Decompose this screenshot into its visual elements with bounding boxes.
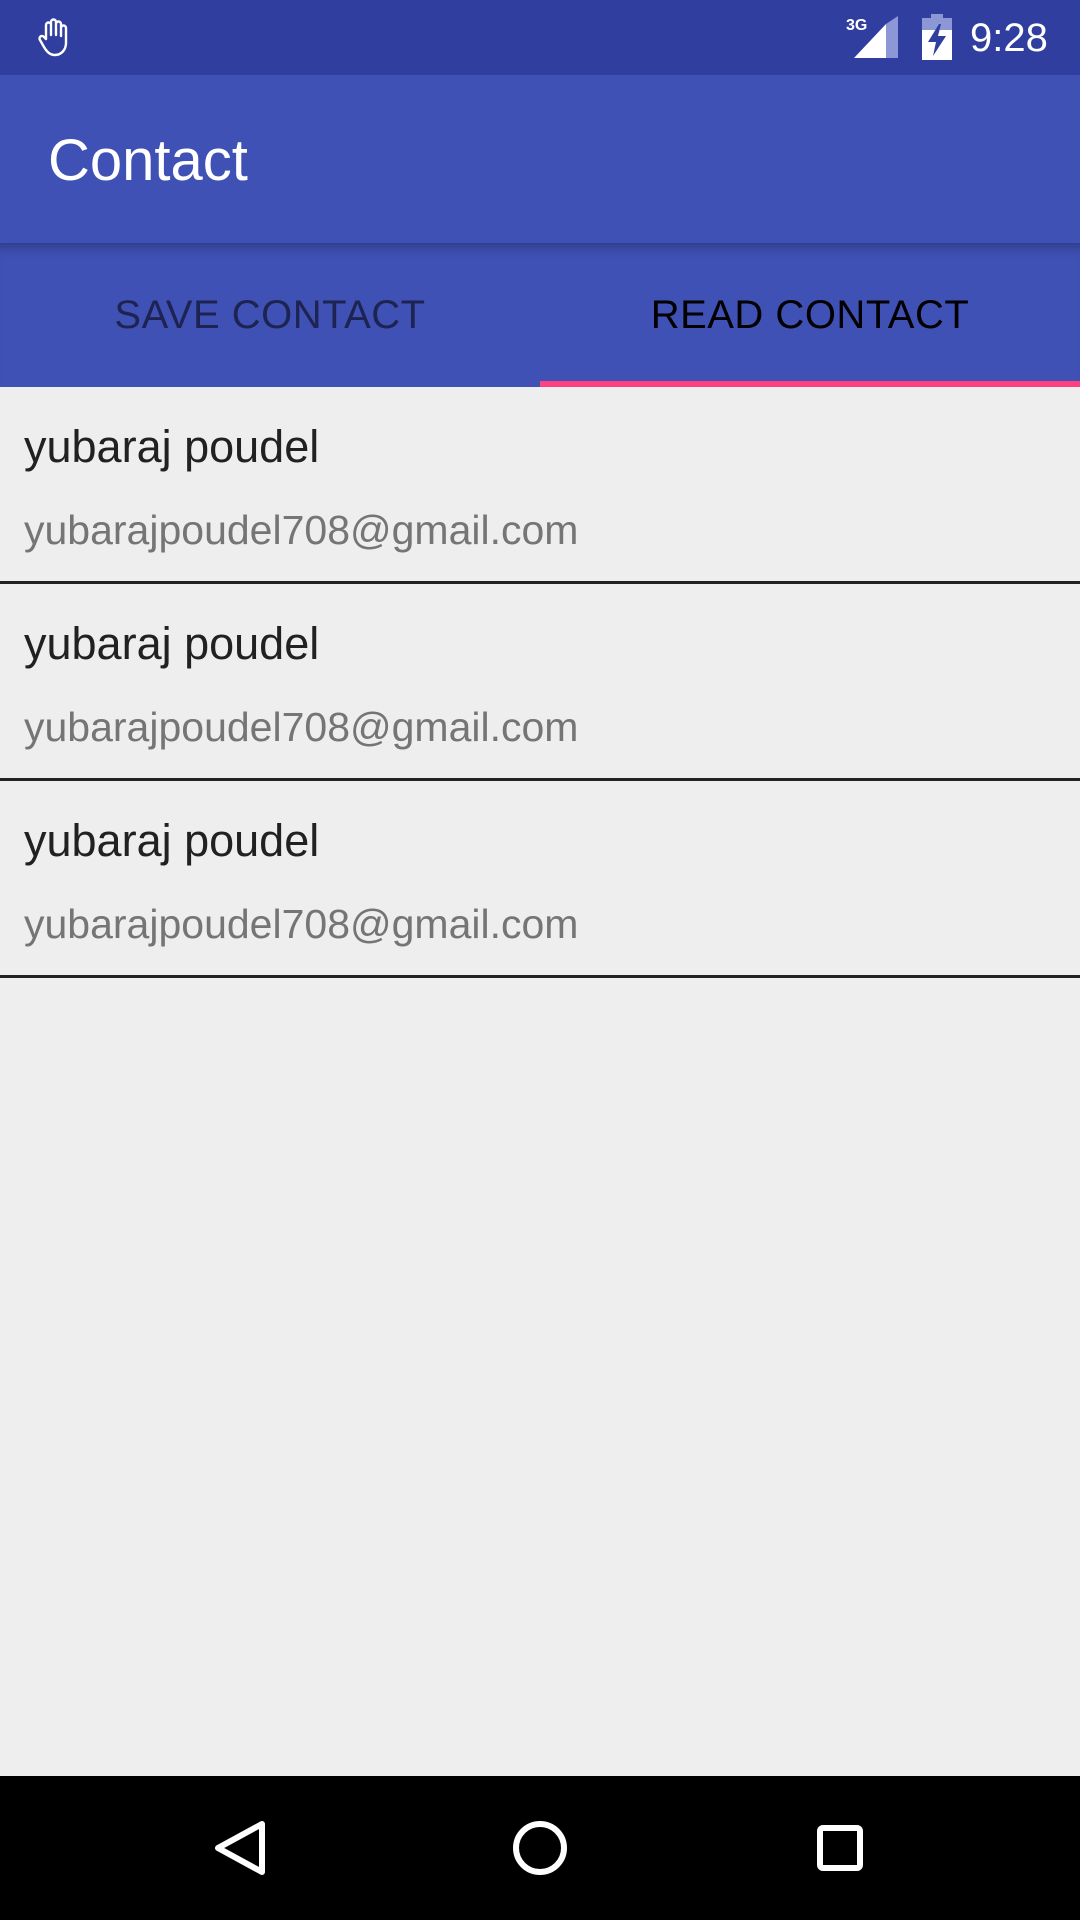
tab-bar: SAVE CONTACT READ CONTACT: [0, 243, 1080, 387]
network-type-label: 3G: [846, 17, 867, 34]
status-time: 9:28: [970, 16, 1048, 60]
navigation-bar: [0, 1776, 1080, 1920]
contact-list-item[interactable]: yubaraj poudel yubarajpoudel708@gmail.co…: [0, 584, 1080, 781]
contact-list: yubaraj poudel yubarajpoudel708@gmail.co…: [0, 387, 1080, 978]
contact-email: yubarajpoudel708@gmail.com: [24, 507, 579, 553]
tab-save-contact[interactable]: SAVE CONTACT: [0, 243, 540, 387]
signal-icon: 3G: [846, 16, 898, 58]
battery-charging-icon: [922, 14, 952, 60]
app-bar: Contact: [0, 75, 1080, 243]
hand-icon: [38, 18, 68, 57]
status-bar: 3G 9:28: [0, 0, 1080, 75]
recents-icon[interactable]: [800, 1808, 880, 1888]
contact-name: yubaraj poudel: [24, 618, 320, 669]
contact-email: yubarajpoudel708@gmail.com: [24, 704, 579, 750]
contact-list-item[interactable]: yubaraj poudel yubarajpoudel708@gmail.co…: [0, 781, 1080, 978]
contact-list-item[interactable]: yubaraj poudel yubarajpoudel708@gmail.co…: [0, 387, 1080, 584]
contact-name: yubaraj poudel: [24, 421, 320, 472]
contact-email: yubarajpoudel708@gmail.com: [24, 901, 579, 947]
contact-name: yubaraj poudel: [24, 815, 320, 866]
home-icon[interactable]: [500, 1808, 580, 1888]
back-icon[interactable]: [200, 1808, 280, 1888]
tab-read-contact[interactable]: READ CONTACT: [540, 243, 1080, 387]
page-title: Contact: [48, 128, 248, 193]
